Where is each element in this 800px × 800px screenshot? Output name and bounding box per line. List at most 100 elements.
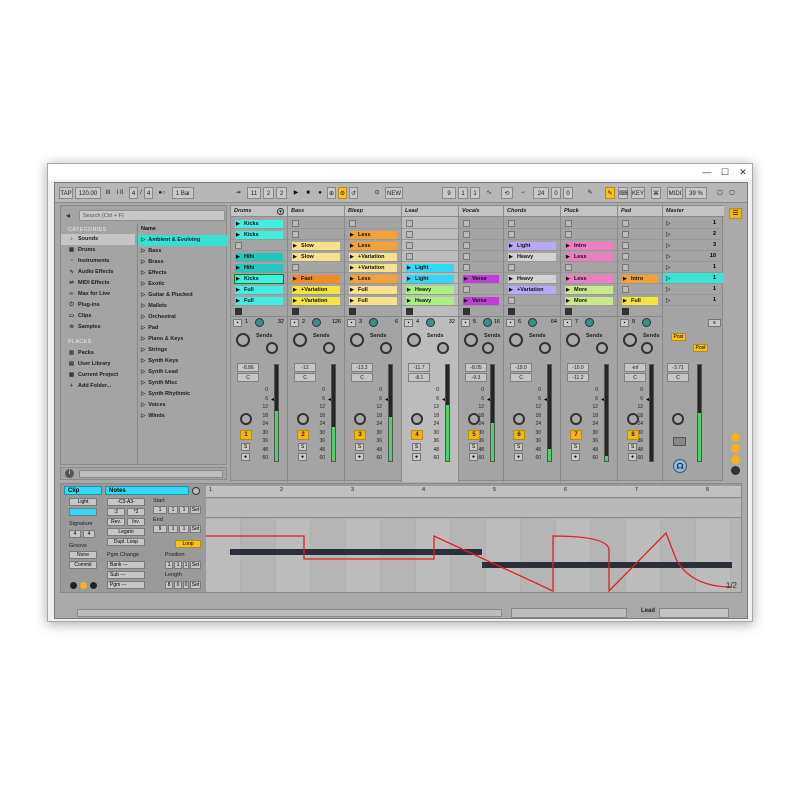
volume-field[interactable]: -8.86 (237, 363, 259, 372)
clip[interactable]: Heavy (406, 296, 454, 305)
clip-slot[interactable] (618, 229, 662, 240)
stop-slot-icon[interactable] (406, 242, 413, 249)
clip[interactable]: Heavy (406, 285, 454, 294)
clip-slot[interactable]: Less (345, 229, 401, 240)
stop-slot-icon[interactable] (622, 231, 629, 238)
track-header[interactable]: Bass (288, 206, 344, 217)
send-knob[interactable] (596, 342, 608, 354)
legato-button[interactable]: Legato (107, 528, 145, 536)
cue-out-icon[interactable] (673, 437, 686, 446)
volume-knob[interactable] (570, 413, 582, 425)
clip-slot[interactable]: Full (231, 295, 287, 306)
clip[interactable]: Less (349, 241, 397, 250)
midi-map-button[interactable]: MIDI (667, 187, 683, 199)
end-sixteenth[interactable]: 1 (179, 525, 189, 533)
clip-slot[interactable] (504, 262, 560, 273)
end-set-button[interactable]: Set (190, 525, 201, 533)
clip-slot[interactable]: Full (345, 284, 401, 295)
clip-slot[interactable] (618, 251, 662, 262)
clip[interactable]: +Variation (349, 263, 397, 272)
post-button[interactable]: Post (671, 333, 686, 341)
clip-slot[interactable]: Kicks (231, 218, 287, 229)
sub-bank-field[interactable]: Sub --- (107, 571, 145, 579)
stop-slot-icon[interactable] (508, 220, 515, 227)
track-header[interactable]: Pad (618, 206, 662, 217)
clip-slot[interactable] (459, 262, 503, 273)
capture-icon[interactable]: ⊙ (372, 187, 382, 199)
stop-slot-icon[interactable] (622, 264, 629, 271)
category-item[interactable]: ∿ Audio Effects (61, 267, 113, 278)
clip[interactable]: Less (349, 274, 397, 283)
notes-tab[interactable]: Notes (105, 486, 189, 495)
track-activator[interactable]: 3 (354, 430, 366, 440)
volume-knob[interactable] (411, 413, 423, 425)
clip[interactable]: Intro (565, 241, 613, 250)
start-bar[interactable]: 1 (153, 506, 167, 514)
clip[interactable]: Heavy (508, 274, 556, 283)
scene-launch-icon[interactable]: ▷ (666, 253, 671, 260)
clip[interactable]: Hihi (235, 263, 283, 272)
clip-slot[interactable]: Kicks (231, 229, 287, 240)
stop-slot-icon[interactable] (565, 264, 572, 271)
send-dial-icon[interactable] (255, 318, 264, 327)
pan-knob[interactable] (623, 333, 637, 347)
track-activator[interactable]: 8 (627, 430, 639, 440)
arm-button[interactable]: ● (514, 453, 523, 461)
monitor-icon[interactable]: ▪ (347, 319, 356, 327)
notes-range-field[interactable]: -C3-A3- (107, 498, 145, 506)
envelope-canvas[interactable] (206, 519, 741, 592)
loop-start-beat[interactable]: 1 (458, 187, 468, 199)
clip-slot[interactable] (618, 240, 662, 251)
stop-slot-icon[interactable] (463, 264, 470, 271)
scene-slot[interactable]: ▷ 1 (663, 284, 724, 295)
tempo-nudge-dots[interactable]: I II (115, 187, 125, 199)
half-button[interactable]: :2 (107, 508, 125, 516)
volume-knob[interactable] (354, 413, 366, 425)
clip-slot[interactable] (402, 240, 458, 251)
beat-ruler[interactable]: 1 2 3 4 5 6 7 8 (206, 486, 741, 498)
scene-slot[interactable]: ▷ 3 (663, 240, 724, 251)
clip[interactable]: +Variation (292, 296, 340, 305)
clip[interactable]: Slow (292, 241, 340, 250)
clip-slot[interactable] (288, 229, 344, 240)
clip-settings-icon[interactable] (192, 487, 200, 495)
duplicate-loop-button[interactable]: Dupl. Loop (107, 538, 145, 546)
send-knob[interactable] (641, 342, 653, 354)
fader-handle-icon[interactable]: ◂ (328, 396, 331, 403)
clip-slot[interactable] (402, 229, 458, 240)
preview-bar[interactable] (79, 470, 223, 478)
volume-knob[interactable] (240, 413, 252, 425)
sends-toggle-icon[interactable] (731, 444, 740, 453)
clip-slot[interactable] (618, 218, 662, 229)
monitor-icon[interactable]: ▪ (563, 319, 572, 327)
loop-len-bar[interactable]: 24 (533, 187, 549, 199)
loop-start-bar[interactable]: 9 (442, 187, 456, 199)
browser-item[interactable]: ▷ Orchestral (138, 312, 228, 323)
volume-field[interactable]: -12 (294, 363, 316, 372)
clip-slot[interactable]: More (561, 284, 617, 295)
clip-slot[interactable] (459, 218, 503, 229)
stop-slot-icon[interactable] (406, 220, 413, 227)
arm-button[interactable]: ● (628, 453, 637, 461)
position-beat[interactable]: 1 (174, 561, 182, 569)
browser-item[interactable]: ▷ Exotic (138, 279, 228, 290)
category-item[interactable]: ⇌ MIDI Effects (61, 278, 109, 289)
send-dial-icon[interactable] (483, 318, 492, 327)
clip[interactable]: +Variation (508, 285, 556, 294)
send-dial-icon[interactable] (369, 318, 378, 327)
play-icon[interactable]: ▶ (291, 187, 301, 199)
clip[interactable]: +Variation (349, 252, 397, 261)
midi-note[interactable] (482, 562, 732, 568)
send-dial-icon[interactable] (585, 318, 594, 327)
clip[interactable]: Kicks (235, 230, 283, 239)
browser-item[interactable]: ▷ Mallets (138, 301, 228, 312)
browser-item[interactable]: ▷ Synth Keys (138, 356, 228, 367)
pos-bar[interactable]: 11 (247, 187, 261, 199)
solo-button[interactable]: S (412, 443, 421, 451)
stop-slot-icon[interactable] (463, 231, 470, 238)
send-knob[interactable] (539, 342, 551, 354)
clip-slot[interactable] (345, 218, 401, 229)
clip-slot[interactable] (504, 218, 560, 229)
send-knob[interactable] (482, 342, 494, 354)
start-sixteenth[interactable]: 1 (179, 506, 189, 514)
